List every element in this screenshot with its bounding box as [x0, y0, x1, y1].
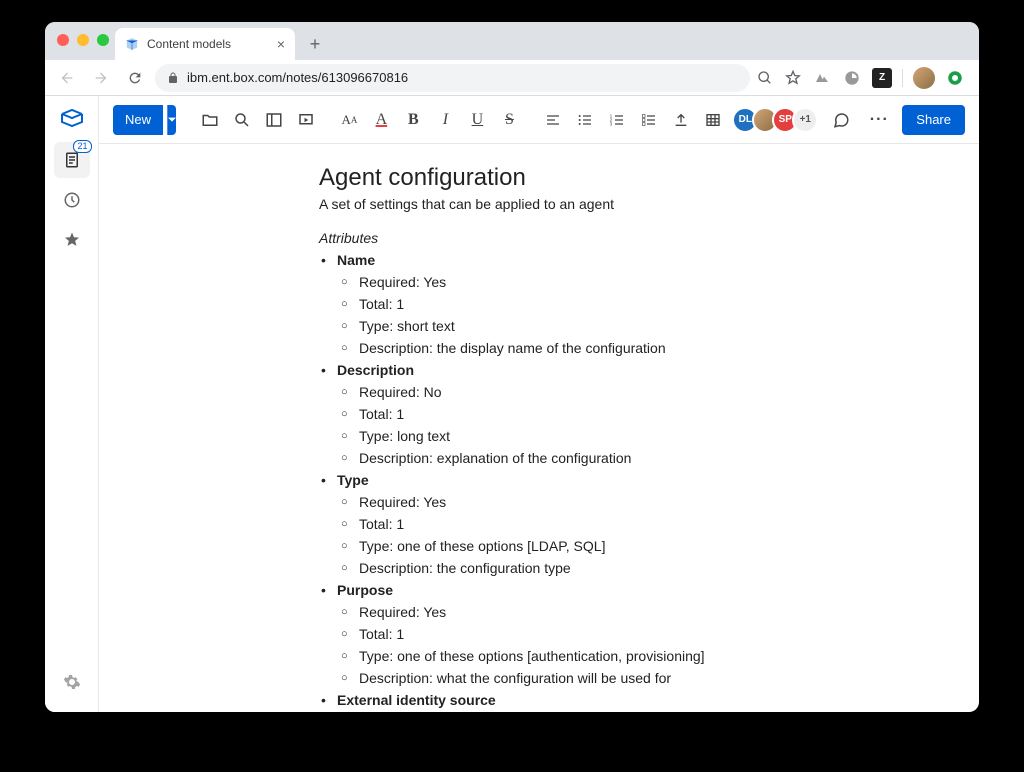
address-actions: Z [756, 67, 971, 89]
url-field[interactable]: ibm.ent.box.com/notes/613096670816 [155, 64, 750, 92]
tab-bar: Content models × + [45, 22, 979, 60]
list-item: Description: the display name of the con… [337, 338, 919, 359]
list-item: Required: Yes [337, 272, 919, 293]
list-item: Type Required: Yes Total: 1 Type: one of… [319, 470, 919, 579]
minimize-window-button[interactable] [77, 34, 89, 46]
list-item: Required: No [337, 382, 919, 403]
file-tools-group [195, 105, 321, 135]
forward-button[interactable] [87, 64, 115, 92]
url-text: ibm.ent.box.com/notes/613096670816 [187, 70, 408, 85]
italic-icon[interactable]: I [430, 105, 460, 135]
address-bar: ibm.ent.box.com/notes/613096670816 Z [45, 60, 979, 96]
document-content: Agent configuration A set of settings th… [319, 164, 919, 712]
tab-close-button[interactable]: × [277, 36, 285, 52]
list-item: Total: 1 [337, 624, 919, 645]
list-item: Total: 1 [337, 514, 919, 535]
svg-text:3: 3 [610, 121, 613, 126]
browser-tab[interactable]: Content models × [115, 28, 295, 60]
attributes-heading[interactable]: Attributes [319, 230, 919, 246]
back-button[interactable] [53, 64, 81, 92]
list-item: Name Required: Yes Total: 1 Type: short … [319, 250, 919, 359]
extension-icon-1[interactable] [812, 68, 832, 88]
close-window-button[interactable] [57, 34, 69, 46]
align-icon[interactable] [538, 105, 568, 135]
list-item: Description: the configuration type [337, 558, 919, 579]
left-rail: 21 [45, 96, 99, 712]
share-button[interactable]: Share [902, 105, 965, 135]
attributes-list[interactable]: Name Required: Yes Total: 1 Type: short … [319, 250, 919, 712]
settings-rail-button[interactable] [54, 664, 90, 700]
list-item: External identity source Required: Yes, … [319, 690, 919, 712]
new-dropdown-button[interactable] [167, 105, 176, 135]
list-item: Purpose Required: Yes Total: 1 Type: one… [319, 580, 919, 689]
reload-button[interactable] [121, 64, 149, 92]
window-controls [57, 34, 109, 46]
list-item: Type: short text [337, 316, 919, 337]
browser-window: Content models × + ibm.ent.box.com/notes… [45, 22, 979, 712]
extension-icon-z[interactable]: Z [872, 68, 892, 88]
document-title[interactable]: Agent configuration [319, 164, 919, 192]
tab-title: Content models [147, 37, 231, 51]
number-list-icon[interactable]: 123 [602, 105, 632, 135]
text-color-icon[interactable]: A [366, 105, 396, 135]
avatar-overflow: +1 [792, 107, 818, 133]
upload-icon[interactable] [666, 105, 696, 135]
folder-icon[interactable] [195, 105, 225, 135]
list-item: Required: Yes [337, 602, 919, 623]
paragraph-tools-group: 123 [538, 105, 728, 135]
underline-icon[interactable]: U [462, 105, 492, 135]
list-item: Description Required: No Total: 1 Type: … [319, 360, 919, 469]
bookmark-star-icon[interactable] [784, 69, 802, 87]
list-item: Type: one of these options [authenticati… [337, 646, 919, 667]
extension-icon-2[interactable] [842, 68, 862, 88]
zoom-icon[interactable] [756, 69, 774, 87]
search-icon[interactable] [227, 105, 257, 135]
notes-badge: 21 [73, 140, 91, 153]
list-item: Type: long text [337, 426, 919, 447]
present-icon[interactable] [291, 105, 321, 135]
text-size-icon[interactable]: AA [334, 105, 364, 135]
list-item: Required: Yes [337, 492, 919, 513]
document-subtitle[interactable]: A set of settings that can be applied to… [319, 196, 919, 212]
maximize-window-button[interactable] [97, 34, 109, 46]
comment-icon[interactable] [826, 105, 856, 135]
extension-icon-o[interactable] [945, 68, 965, 88]
bold-icon[interactable]: B [398, 105, 428, 135]
new-button[interactable]: New [113, 105, 163, 135]
text-format-group: AA A B I U S [334, 105, 524, 135]
table-icon[interactable] [698, 105, 728, 135]
app-container: 21 New [45, 96, 979, 712]
collaboration-area: DL SP +1 ··· Share [732, 105, 965, 135]
document-area[interactable]: Agent configuration A set of settings th… [99, 144, 979, 712]
box-favicon-icon [125, 37, 139, 51]
lock-icon [167, 72, 179, 84]
list-item: Total: 1 [337, 404, 919, 425]
new-tab-button[interactable]: + [301, 30, 329, 58]
layout-icon[interactable] [259, 105, 289, 135]
list-item: Description: explanation of the configur… [337, 448, 919, 469]
strikethrough-icon[interactable]: S [494, 105, 524, 135]
recents-rail-button[interactable] [54, 182, 90, 218]
toolbar: New AA A B I U S [99, 96, 979, 144]
divider [902, 69, 903, 87]
list-item: Type: one of these options [LDAP, SQL] [337, 536, 919, 557]
box-logo-icon[interactable] [60, 106, 84, 130]
list-item: Total: 1 [337, 294, 919, 315]
collaborator-avatars[interactable]: DL SP +1 [732, 107, 818, 133]
checklist-icon[interactable] [634, 105, 664, 135]
more-icon[interactable]: ··· [864, 105, 894, 135]
profile-avatar[interactable] [913, 67, 935, 89]
notes-rail-button[interactable]: 21 [54, 142, 90, 178]
bullet-list-icon[interactable] [570, 105, 600, 135]
favorites-rail-button[interactable] [54, 222, 90, 258]
main-area: New AA A B I U S [99, 96, 979, 712]
list-item: Description: what the configuration will… [337, 668, 919, 689]
